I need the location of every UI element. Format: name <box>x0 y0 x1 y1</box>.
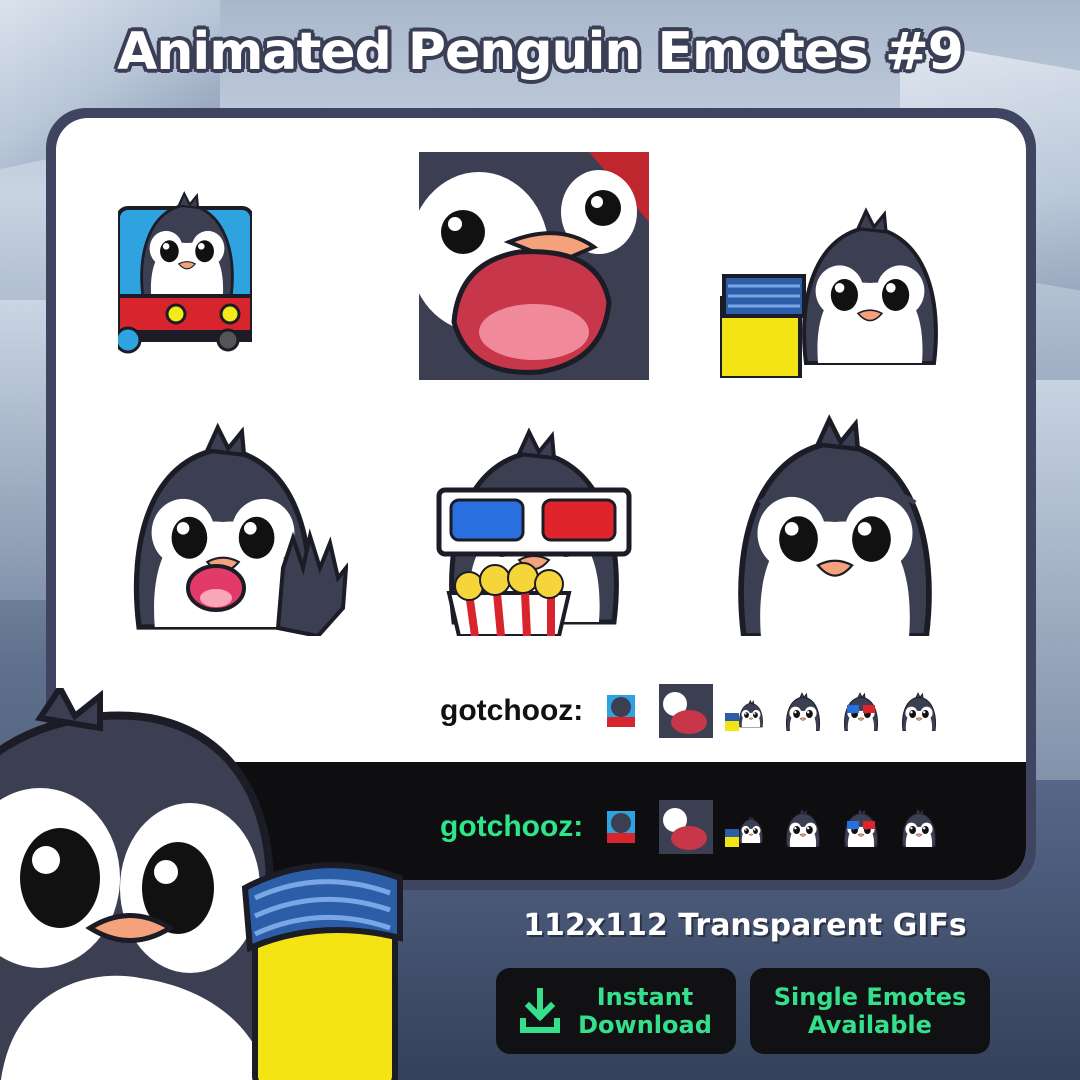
emote-hype-penguin <box>720 178 950 378</box>
single-emotes-label: Single Emotes Available <box>774 983 967 1039</box>
mini-emote-train <box>607 695 636 727</box>
single-emotes-button[interactable]: Single Emotes Available <box>750 968 990 1054</box>
single-emotes-line2: Available <box>808 1011 932 1039</box>
emote-waving-penguin <box>118 408 348 636</box>
mascot-penguin <box>0 688 403 1080</box>
page-title: Animated Penguin Emotes #9 <box>117 22 964 82</box>
emote-train-penguin <box>118 192 252 354</box>
single-emotes-line1: Single Emotes <box>773 983 967 1011</box>
emote-popcorn-penguin <box>436 408 632 636</box>
mini-emote-hype <box>725 699 764 731</box>
mini-emote-cute <box>902 808 937 847</box>
mini-emote-shouting <box>659 800 714 854</box>
mini-emote-cute <box>902 692 937 731</box>
mini-emote-popcorn <box>844 692 879 731</box>
emote-shouting-penguin <box>419 152 649 380</box>
mini-emote-train <box>607 811 636 843</box>
download-icon <box>520 988 561 1033</box>
mini-emote-shouting <box>659 684 714 738</box>
mini-emote-waving <box>786 692 821 731</box>
instant-download-line2: Download <box>578 1011 712 1039</box>
format-label: 112x112 Transparent GIFs <box>523 908 967 943</box>
mini-emote-waving <box>786 808 821 847</box>
mini-emote-hype <box>725 815 764 847</box>
chat-username: gotchooz: <box>440 694 584 727</box>
instant-download-label: Instant Download <box>578 983 712 1039</box>
emote-cute-penguin <box>720 408 950 636</box>
instant-download-button[interactable]: Instant Download <box>496 968 736 1054</box>
chat-username: gotchooz: <box>440 810 584 843</box>
mini-emote-popcorn <box>844 808 879 847</box>
instant-download-line1: Instant <box>596 983 694 1011</box>
chat-preview-dark: gotchooz: <box>440 800 957 854</box>
chat-preview-light: gotchooz: <box>440 684 957 738</box>
